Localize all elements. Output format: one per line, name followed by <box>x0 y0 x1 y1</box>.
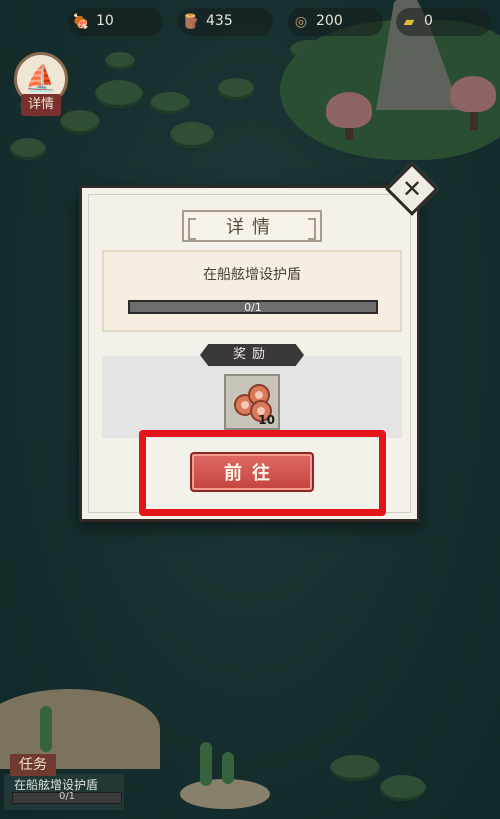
resource-coin: ◎ 200 <box>288 8 383 36</box>
task-progress-bar: 0/1 <box>128 300 378 314</box>
task-widget-progress-text: 0/1 <box>58 791 76 802</box>
side-detail-label: 详情 <box>21 94 61 116</box>
task-widget-tag: 任务 <box>10 754 56 776</box>
reward-section: 奖励 10 <box>102 344 402 438</box>
reward-count: 10 <box>258 413 275 427</box>
task-widget[interactable]: 在船舷增设护盾 0/1 任务 <box>0 750 126 812</box>
reward-label: 奖励 <box>200 344 304 366</box>
resource-value: 10 <box>96 13 114 29</box>
resource-bar: 🍖 10 🪵 435 ◎ 200 ▰ 0 <box>0 8 500 36</box>
task-widget-progress: 0/1 <box>12 791 122 804</box>
resource-value: 200 <box>316 13 343 29</box>
close-icon: ✕ <box>401 174 423 203</box>
highlight-box <box>139 430 386 516</box>
task-info-box: 在船舷增设护盾 0/1 <box>102 250 402 332</box>
resource-value: 0 <box>424 13 433 29</box>
modal-title-plate: 详情 <box>182 210 322 242</box>
reward-item-slot[interactable]: 10 <box>224 374 280 430</box>
resource-gold-ingot: ▰ 0 <box>396 8 491 36</box>
task-description: 在船舷增设护盾 <box>203 267 301 283</box>
resource-value: 435 <box>206 13 233 29</box>
wood-icon: 🪵 <box>182 14 200 30</box>
side-detail-button[interactable]: ⛵ 详情 <box>14 52 68 120</box>
meat-icon: 🍖 <box>72 14 90 30</box>
gold-ingot-icon: ▰ <box>403 14 415 30</box>
resource-wood: 🪵 435 <box>178 8 273 36</box>
progress-text: 0/1 <box>244 301 262 314</box>
modal-title: 详情 <box>226 217 278 238</box>
resource-meat: 🍖 10 <box>68 8 163 36</box>
coin-icon: ◎ <box>294 14 308 30</box>
task-widget-panel: 在船舷增设护盾 0/1 <box>4 774 124 810</box>
